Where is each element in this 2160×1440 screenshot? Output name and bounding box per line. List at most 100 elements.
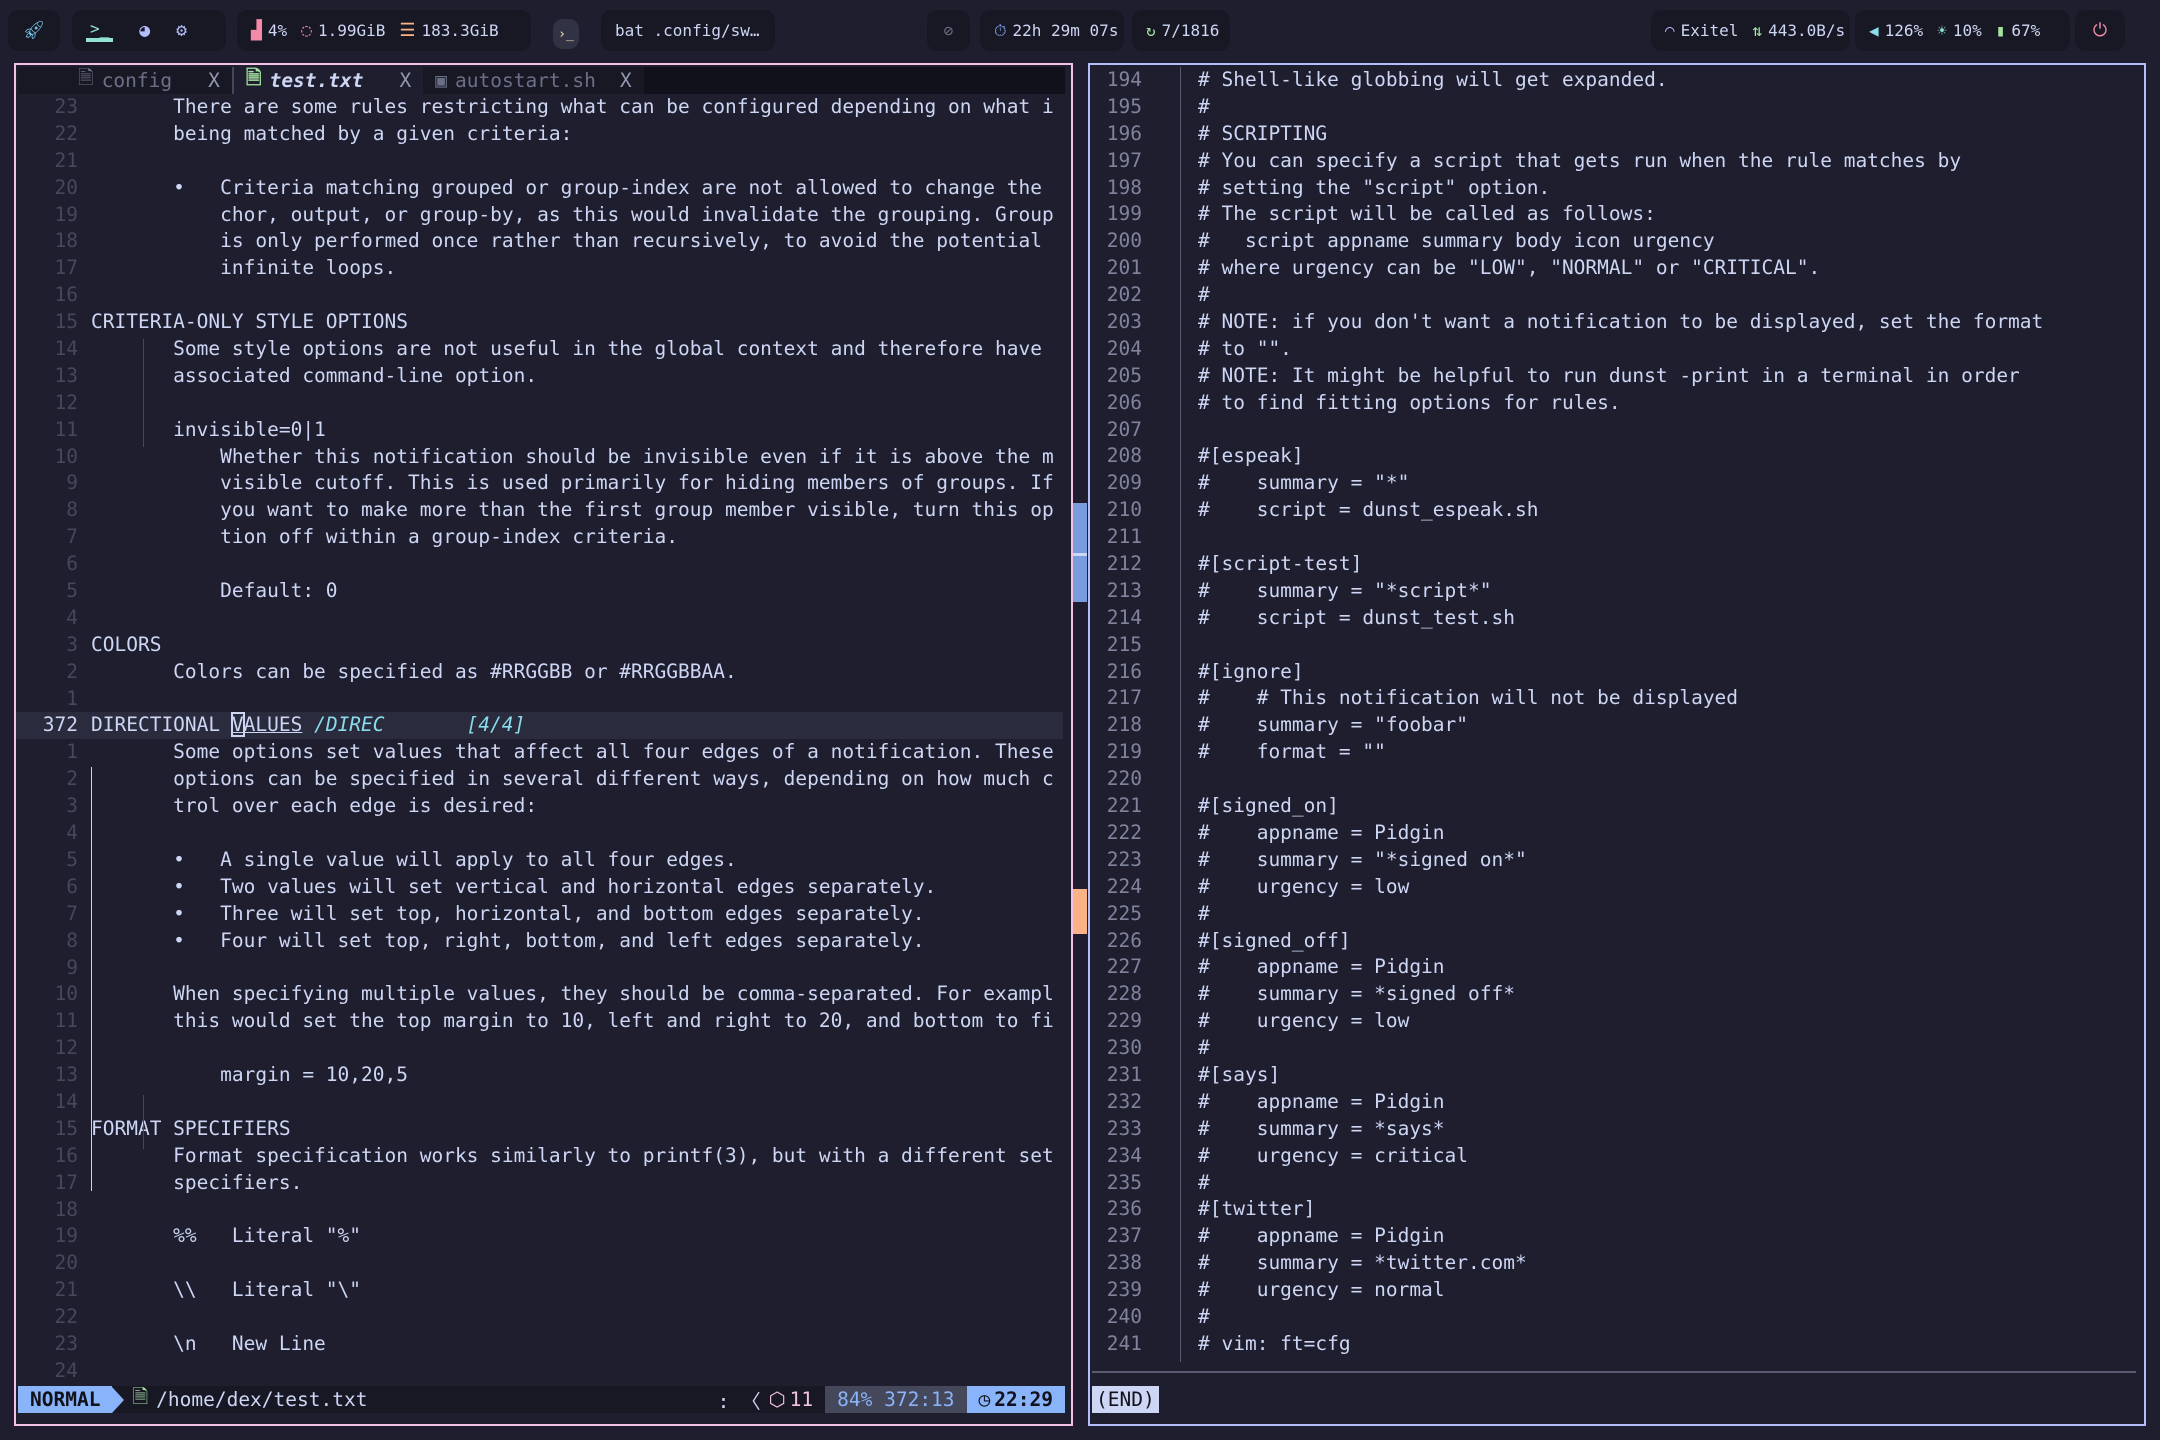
text-line: 6 [16,551,1063,578]
text-line: 23 \n New Line [16,1331,1063,1358]
line-text: margin = 10,20,5 [91,1063,408,1087]
line-number: 6 [66,552,78,576]
line-text: # [1198,901,1210,925]
line-number: 212 [1106,552,1142,576]
tab-autostart-sh[interactable]: ▣ autostart.sh X [423,67,644,94]
line-number: 225 [1106,901,1142,925]
scrollbar[interactable] [1073,65,1087,1425]
tab-bar: 🗎︎ config X 🗎︎ test.txt X ▣ autostart.sh X [18,66,1065,94]
text-line: 196 # SCRIPTING [1090,121,2144,148]
text-line: 21 [16,148,1063,175]
line-number: 215 [1106,632,1142,656]
terminal-app-icon[interactable]: ›_ [553,19,579,49]
text-line: 19 %% Literal "%" [16,1223,1063,1250]
idle-inhibitor-button[interactable]: ⊘ [927,10,970,51]
line-number: 217 [1106,686,1142,710]
pager-text[interactable]: 194 # Shell-like globbing will get expand… [1090,67,2144,1358]
text-line: 202 # [1090,282,2144,309]
left-editor-pane[interactable]: 🗎︎ config X 🗎︎ test.txt X ▣ autostart.sh X 23 … [14,63,1073,1426]
line-number: 207 [1106,417,1142,441]
text-line: 1 Some options set values that affect al… [16,739,1063,766]
line-number: 17 [54,1170,78,1194]
text-line: 3 trol over each edge is desired: [16,793,1063,820]
text-line: 232 # appname = Pidgin [1090,1089,2144,1116]
power-button[interactable]: ⏻ [2075,10,2125,51]
line-number: 14 [54,337,78,361]
text-line: 209 # summary = "*" [1090,470,2144,497]
speaker-icon: ◀ [1869,21,1879,40]
text-line: 22 being matched by a given criteria: [16,121,1063,148]
rocket-icon: 🚀︎ [22,20,46,41]
tab-config[interactable]: 🗎︎ config X [18,66,232,94]
close-tab-button[interactable]: X [208,69,220,92]
line-number: 220 [1106,767,1142,791]
text-line: 229 # urgency = low [1090,1008,2144,1035]
gear-icon[interactable]: ⚙ [176,20,187,41]
file-icon: 🗎︎ [132,1385,149,1408]
volume[interactable]: ◀ 126% [1869,21,1923,40]
line-number: 12 [54,1036,78,1060]
text-line: 211 [1090,524,2144,551]
line-number: 21 [54,148,78,172]
line-text: # to find fitting options for rules. [1198,390,1621,414]
line-number: 230 [1106,1036,1142,1060]
indent-guide [91,767,92,1191]
updates[interactable]: ↻ 7/1816 [1132,10,1230,51]
workspace-terminal[interactable]: >_ [86,19,114,42]
line-text: this would set the top margin to 10, lef… [91,1009,1054,1033]
line-number: 241 [1106,1331,1142,1355]
line-text: #[script-test] [1198,552,1363,576]
firefox-icon[interactable]: ◕ [139,20,150,41]
text-line: 197 # You can specify a script that gets … [1090,148,2144,175]
network[interactable]: ◠ Exitel ⇅ 443.0B/s [1651,10,1850,51]
line-number: 7 [66,525,78,549]
text-line: 22 [16,1304,1063,1331]
line-text: # vim: ft=cfg [1198,1331,1351,1355]
search-match: ALUES [243,713,303,737]
line-text: • Two values will set vertical and horiz… [91,874,937,898]
line-number: 232 [1106,1089,1142,1113]
text-line: 199 # The script will be called as follow… [1090,201,2144,228]
line-number: 233 [1106,1116,1142,1140]
line-number: 5 [66,847,78,871]
line-text: # appname = Pidgin [1198,1089,1445,1113]
text-line: 14 [16,1089,1063,1116]
close-tab-button[interactable]: X [400,69,412,92]
line-text: # setting the "script" option. [1198,175,1551,199]
text-line: 208 #[espeak] [1090,443,2144,470]
line-number: 237 [1106,1224,1142,1248]
text-line: 236 #[twitter] [1090,1196,2144,1223]
tab-test-txt[interactable]: 🗎︎ test.txt X [231,66,424,94]
text-line: 228 # summary = *signed off* [1090,981,2144,1008]
line-number: 203 [1106,310,1142,334]
text-line: 214 # script = dunst_test.sh [1090,605,2144,632]
line-number: 195 [1106,94,1142,118]
line-number: 1 [66,740,78,764]
line-number: 2 [66,659,78,683]
text-line: 203 # NOTE: if you don't want a notificat… [1090,309,2144,336]
line-text: When specifying multiple values, they sh… [91,982,1054,1006]
stopwatch-icon: ⏱ [994,20,1007,40]
line-text: # [1198,1304,1210,1328]
line-number: 8 [66,498,78,522]
brightness[interactable]: ☀ 10% [1937,21,1982,40]
power-icon: ⏻ [2092,20,2108,41]
line-text: Whether this notification should be invi… [91,444,1054,468]
line-text: FORMAT SPECIFIERS [91,1116,291,1140]
text-line: 2 options can be specified in several di… [16,766,1063,793]
text-line: 201 # where urgency can be "LOW", "NORMAL… [1090,255,2144,282]
text-line: 194 # Shell-like globbing will get expand… [1090,67,2144,94]
gutter-separator [1180,67,1181,1362]
line-text: There are some rules restricting what ca… [91,95,1054,118]
line-text: COLORS [91,632,162,656]
editor-text[interactable]: 23 There are some rules restricting what… [16,94,1063,1385]
right-pager-pane[interactable]: 194 # Shell-like globbing will get expand… [1088,63,2146,1426]
launcher-button[interactable]: 🚀︎ [8,10,60,51]
line-number: 199 [1106,202,1142,226]
close-tab-button[interactable]: X [620,69,632,92]
line-number: 23 [54,95,78,118]
line-text: # Shell-like globbing will get expanded. [1198,68,1668,91]
line-number: 23 [54,1331,78,1355]
line-number: 226 [1106,928,1142,952]
line-text: \n New Line [91,1331,326,1355]
